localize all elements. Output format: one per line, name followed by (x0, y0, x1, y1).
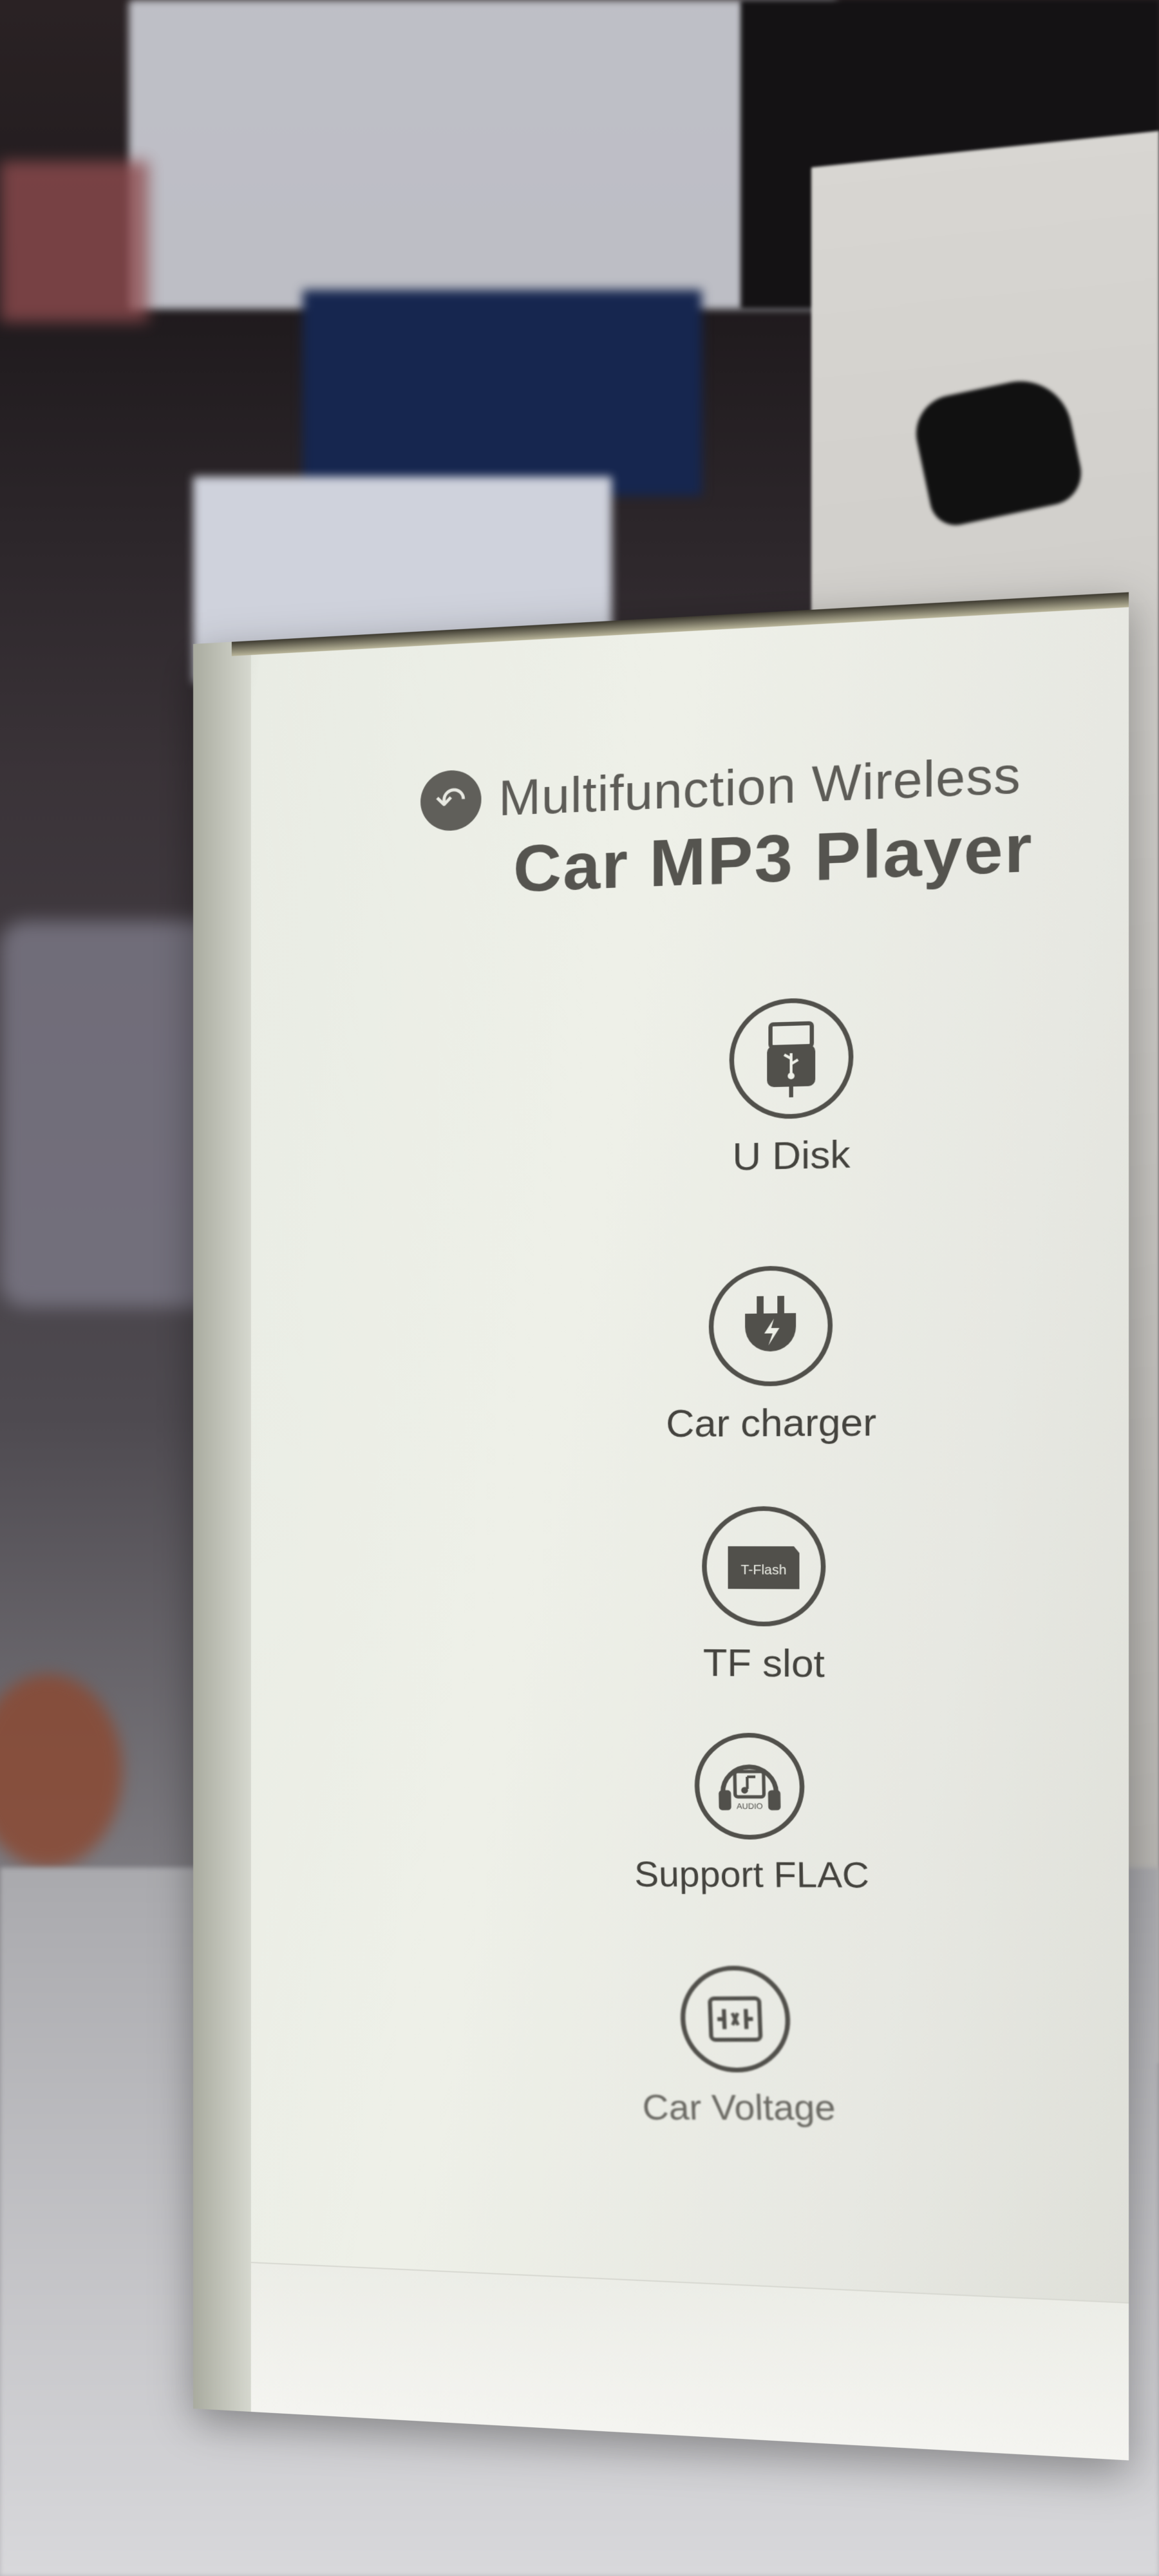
voltage-icon (679, 1965, 792, 2072)
charger-plug-icon (709, 1265, 833, 1387)
photo-scene: ↶ Multifunction Wireless Car MP3 Player … (0, 0, 1159, 2576)
usb-icon (730, 996, 854, 1120)
music-note-icon: AUDIO (693, 1732, 805, 1839)
tf-card-icon: T-Flash (702, 1506, 825, 1627)
feature-label: Car charger (594, 1399, 951, 1446)
background-hand (0, 1674, 122, 1868)
flac-icon-text: AUDIO (737, 1801, 763, 1811)
feature-label: U Disk (614, 1129, 972, 1182)
feature-car-charger: Car charger (594, 1263, 951, 1446)
background-cloth (0, 921, 219, 1307)
background-blue-box (303, 290, 702, 496)
feature-label: TF slot (587, 1640, 944, 1687)
feature-label: Car Voltage (561, 2087, 919, 2129)
feature-u-disk: U Disk (614, 992, 972, 1182)
feature-car-voltage: Car Voltage (557, 1964, 919, 2128)
box-left-edge (193, 641, 251, 2412)
background-shelf (129, 0, 837, 309)
product-title-block: ↶ Multifunction Wireless Car MP3 Player (420, 741, 1093, 911)
feature-label: Support FLAC (574, 1853, 932, 1897)
background-red-object (0, 161, 148, 322)
feature-support-flac: AUDIO Support FLAC (572, 1732, 931, 1897)
feature-tf-slot: T-Flash TF slot (587, 1506, 944, 1688)
product-box: ↶ Multifunction Wireless Car MP3 Player … (193, 592, 1129, 2461)
brand-logo-icon: ↶ (420, 769, 481, 832)
tf-card-text: T-Flash (740, 1563, 786, 1578)
